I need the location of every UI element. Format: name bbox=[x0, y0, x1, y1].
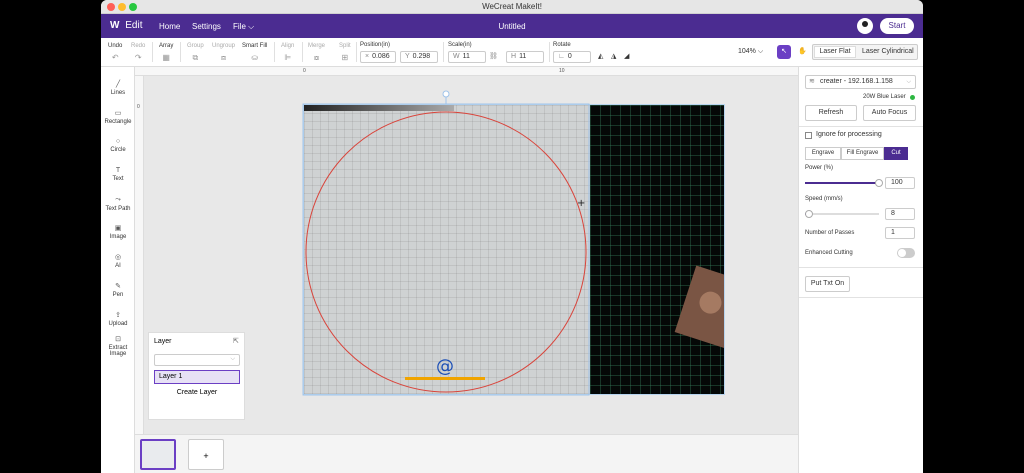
device-select[interactable]: ≋ creater - 192.168.1.158 ⌵ bbox=[805, 75, 916, 89]
speed-label: Speed (mm/s) bbox=[805, 196, 843, 202]
refresh-button[interactable]: Refresh bbox=[805, 105, 857, 121]
engrave-line bbox=[405, 377, 485, 380]
create-layer-button[interactable]: Create Layer bbox=[154, 386, 240, 400]
app-window: WeCreat MakeIt! W Edit Home Settings Fil… bbox=[101, 0, 923, 473]
power-slider[interactable] bbox=[805, 179, 883, 187]
speed-slider[interactable] bbox=[805, 210, 879, 218]
page-thumbnail[interactable] bbox=[140, 439, 176, 470]
speed-input[interactable]: 8 bbox=[885, 208, 915, 220]
wifi-icon: ≋ bbox=[809, 78, 815, 85]
layer-filter-dropdown[interactable]: ⌵ bbox=[154, 354, 240, 366]
cut-circle[interactable] bbox=[305, 111, 587, 393]
selection-box[interactable] bbox=[302, 103, 590, 396]
divider bbox=[799, 126, 923, 127]
device-name: creater - 192.168.1.158 bbox=[820, 78, 893, 85]
enhanced-cutting-toggle[interactable] bbox=[897, 248, 915, 258]
plus-icon: + bbox=[203, 451, 209, 461]
crosshair-cursor-icon: + bbox=[577, 198, 585, 209]
chevron-down-icon: ⌵ bbox=[906, 79, 911, 85]
passes-input[interactable]: 1 bbox=[885, 227, 915, 239]
power-label: Power (%) bbox=[805, 165, 834, 171]
rotate-handle[interactable] bbox=[442, 90, 450, 98]
power-slider-knob[interactable] bbox=[875, 179, 883, 187]
auto-focus-button[interactable]: Auto Focus bbox=[863, 105, 916, 121]
page-strip: + bbox=[135, 434, 798, 473]
mode-fill-engrave[interactable]: Fill Engrave bbox=[841, 147, 884, 160]
power-input[interactable]: 100 bbox=[885, 177, 915, 189]
speed-slider-knob[interactable] bbox=[805, 210, 813, 218]
layer-panel: Layer ⇱ ⌵ Layer 1 Create Layer bbox=[148, 332, 245, 420]
divider bbox=[799, 267, 923, 268]
enhanced-cutting-label: Enhanced Cutting bbox=[805, 250, 853, 256]
logo-mark-icon: @ bbox=[436, 356, 454, 377]
add-page-button[interactable]: + bbox=[188, 439, 224, 470]
chevron-down-icon: ⌵ bbox=[230, 356, 235, 362]
status-dot bbox=[910, 95, 915, 100]
passes-label: Number of Passes bbox=[805, 230, 855, 236]
layer-panel-title: Layer bbox=[154, 338, 172, 345]
mode-engrave[interactable]: Engrave bbox=[805, 147, 841, 160]
expand-icon[interactable]: ⇱ bbox=[233, 337, 239, 345]
ignore-label: Ignore for processing bbox=[816, 131, 882, 138]
power-slider-fill bbox=[805, 182, 879, 184]
mode-cut[interactable]: Cut bbox=[884, 147, 908, 160]
put-text-on-button[interactable]: Put Txt On bbox=[805, 276, 850, 292]
laser-module: 20W Blue Laser bbox=[863, 94, 906, 100]
settings-panel: ≋ creater - 192.168.1.158 ⌵ 20W Blue Las… bbox=[798, 67, 923, 473]
ignore-checkbox[interactable] bbox=[805, 132, 812, 139]
divider bbox=[799, 297, 923, 298]
layer-item[interactable]: Layer 1 bbox=[154, 370, 240, 384]
